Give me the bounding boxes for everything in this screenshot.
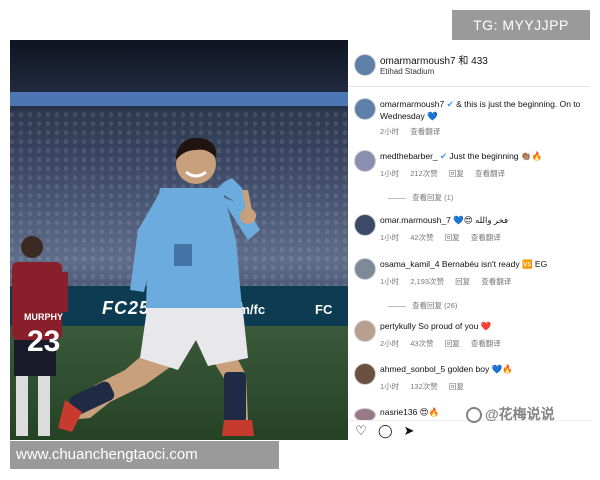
watermark: @花梅说说 <box>466 404 555 424</box>
translate-link[interactable]: 查看翻译 <box>475 169 505 178</box>
avatar[interactable] <box>354 98 376 120</box>
comment-text-block: osama_kamil_4 Bernabéu isn't ready 🆚 EG <box>380 258 585 270</box>
view-replies-link[interactable]: 查看回复 (26) <box>388 300 457 311</box>
comment-meta: 1小时 212次赞 回复 查看翻译 <box>380 168 514 179</box>
comments-panel: omarmarmoush7 和 433 Etihad Stadium omarm… <box>348 40 590 441</box>
heart-outline-icon[interactable]: ♡ <box>354 424 368 438</box>
watermark-text: @花梅说说 <box>485 406 555 422</box>
comment-username[interactable]: ahmed_sonbol_5 <box>380 364 445 374</box>
comment-bubble-icon[interactable]: ◯ <box>378 424 393 438</box>
comment-body: Bernabéu isn't ready 🆚 EG <box>441 259 548 269</box>
watermark-icon <box>466 407 482 424</box>
comment-body: Just the beginning 👏🏽🔥 <box>449 151 543 161</box>
comment-item: ahmed_sonbol_5 golden boy 💙🔥 1小时 132次赞 回… <box>348 363 590 397</box>
avatar[interactable] <box>354 150 376 172</box>
avatar[interactable] <box>354 258 376 280</box>
comment-time: 1小时 <box>380 169 400 178</box>
comment-text-block: ahmed_sonbol_5 golden boy 💙🔥 <box>380 363 585 375</box>
reply-button[interactable]: 回复 <box>449 169 464 178</box>
comment-username[interactable]: osama_kamil_4 <box>380 259 440 269</box>
avatar[interactable] <box>354 54 376 76</box>
reply-button[interactable]: 回复 <box>455 277 470 286</box>
comment-meta: 1小时 2,193次赞 回复 查看翻译 <box>380 276 520 287</box>
translate-link[interactable]: 查看翻译 <box>410 127 440 136</box>
verified-badge-icon: ✔ <box>446 99 454 109</box>
translate-link[interactable]: 查看翻译 <box>471 233 501 242</box>
header-divider <box>348 86 590 87</box>
comment-item: omarmarmoush7 ✔ & this is just the begin… <box>348 98 590 138</box>
comment-text-block: omar.marmoush_7 💙😍 فخر والله <box>380 214 585 226</box>
comment-username[interactable]: nasrie136 <box>380 407 417 417</box>
site-url-banner: www.chuanchengtaoci.com <box>10 441 279 469</box>
tg-label: TG: MYYJJPP <box>452 10 590 40</box>
comment-meta: 2小时 查看翻译 <box>380 126 449 137</box>
comment-username[interactable]: omarmarmoush7 <box>380 99 444 109</box>
reply-button[interactable]: 回复 <box>445 233 460 242</box>
comment-time: 1小时 <box>380 233 400 242</box>
comment-text-block: omarmarmoush7 ✔ & this is just the begin… <box>380 98 585 122</box>
comment-item: medthebarber_ ✔ Just the beginning 👏🏽🔥 1… <box>348 150 590 204</box>
like-count[interactable]: 212次赞 <box>410 169 438 178</box>
post-location[interactable]: Etihad Stadium <box>380 67 434 76</box>
comment-item: pertykully So proud of you ❤️ 2小时 43次赞 回… <box>348 320 590 354</box>
comment-body: So proud of you ❤️ <box>418 321 492 331</box>
post-header: omarmarmoush7 和 433 Etihad Stadium <box>348 40 590 86</box>
comment-username[interactable]: pertykully <box>380 321 416 331</box>
comment-time: 1小时 <box>380 277 400 286</box>
send-paper-plane-icon[interactable]: ➤ <box>402 424 416 438</box>
comment-text-block: medthebarber_ ✔ Just the beginning 👏🏽🔥 <box>380 150 585 162</box>
comment-meta: 1小时 132次赞 回复 <box>380 381 473 392</box>
celebrating-player <box>58 137 260 436</box>
comment-body: 😍🔥 <box>419 407 440 417</box>
comment-body: 💙😍 فخر والله <box>453 215 509 225</box>
avatar[interactable] <box>354 363 376 385</box>
comment-item: omar.marmoush_7 💙😍 فخر والله 1小时 42次赞 回复… <box>348 214 590 250</box>
comment-time: 2小时 <box>380 127 400 136</box>
post-photo[interactable]: FC25 ts.com/fc FC MURPHY 23 <box>10 40 348 440</box>
like-count[interactable]: 42次赞 <box>410 233 433 242</box>
verified-badge-icon: ✔ <box>440 151 448 161</box>
like-count[interactable]: 2,193次赞 <box>410 277 444 286</box>
avatar[interactable] <box>354 214 376 236</box>
reply-button[interactable]: 回复 <box>445 339 460 348</box>
comment-text-block: pertykully So proud of you ❤️ <box>380 320 585 332</box>
view-replies-link[interactable]: 查看回复 (1) <box>388 192 453 203</box>
comment-item: osama_kamil_4 Bernabéu isn't ready 🆚 EG … <box>348 258 590 312</box>
comment-time: 1小时 <box>380 382 400 391</box>
comment-meta: 1小时 42次赞 回复 查看翻译 <box>380 232 510 243</box>
reply-button[interactable]: 回复 <box>449 382 464 391</box>
like-count[interactable]: 132次赞 <box>410 382 438 391</box>
translate-link[interactable]: 查看翻译 <box>471 339 501 348</box>
comment-username[interactable]: omar.marmoush_7 <box>380 215 451 225</box>
avatar[interactable] <box>354 408 376 420</box>
comment-body: golden boy 💙🔥 <box>447 364 513 374</box>
post-username[interactable]: omarmarmoush7 和 433 <box>380 52 488 67</box>
like-count[interactable]: 43次赞 <box>410 339 433 348</box>
avatar[interactable] <box>354 320 376 342</box>
comment-meta: 2小时 43次赞 回复 查看翻译 <box>380 338 510 349</box>
comment-username[interactable]: medthebarber_ <box>380 151 438 161</box>
translate-link[interactable]: 查看翻译 <box>481 277 511 286</box>
comment-time: 2小时 <box>380 339 400 348</box>
